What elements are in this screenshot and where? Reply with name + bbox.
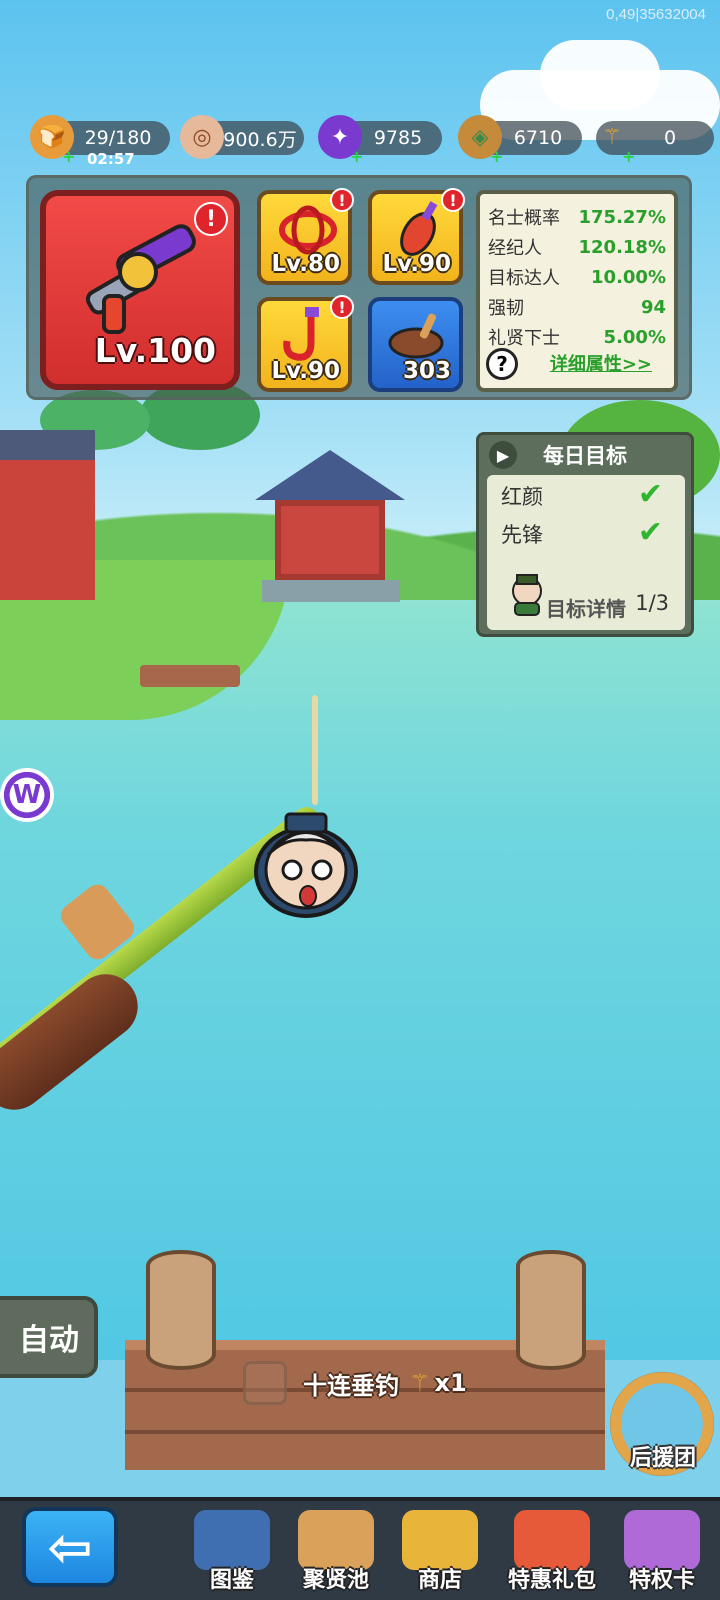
pavilion xyxy=(275,500,385,580)
check-icon: ✔ xyxy=(637,515,663,550)
main-equipment-slot[interactable]: ! Lv.100 xyxy=(40,190,240,390)
stat-row: 目标达人 10.00% xyxy=(488,262,666,292)
stat-row: 名士概率 175.27% xyxy=(488,202,666,232)
stat-value: 10.00% xyxy=(591,266,666,288)
stat-name: 经纪人 xyxy=(488,238,542,259)
fishing-reel-icon xyxy=(85,224,196,334)
goal-item: 红颜 xyxy=(501,485,543,509)
help-icon[interactable]: ? xyxy=(486,348,518,380)
stamina-timer: 02:57 xyxy=(87,150,135,168)
equipment-level: Lv.100 xyxy=(94,331,216,370)
red-fishing-line-icon xyxy=(279,205,337,255)
equipment-slot-hook[interactable]: ! Lv.90 xyxy=(257,295,354,392)
add-icon[interactable]: + xyxy=(62,147,75,166)
ten-cast-checkbox[interactable] xyxy=(243,1361,287,1405)
bait-count: 303 xyxy=(402,358,451,384)
book-icon xyxy=(194,1510,270,1570)
equipment-slot-line[interactable]: ! Lv.80 xyxy=(257,188,354,285)
daily-goals-title: 每日目标 xyxy=(543,444,627,468)
stat-value: 175.27% xyxy=(578,206,667,228)
equipment-slot-float[interactable]: ! Lv.90 xyxy=(368,188,465,285)
stat-value: 120.18% xyxy=(578,236,667,258)
alert-badge: ! xyxy=(441,188,465,212)
stat-name: 强韧 xyxy=(488,298,524,319)
pier-post-right xyxy=(516,1250,586,1370)
goal-item: 先锋 xyxy=(501,523,543,547)
fish-hook-icon xyxy=(283,307,319,361)
add-icon[interactable]: + xyxy=(490,147,503,166)
nav-label: 聚贤池 xyxy=(302,1568,369,1593)
caught-character xyxy=(254,812,358,918)
back-button[interactable]: ⇦ xyxy=(22,1507,118,1587)
stats-panel: 名士概率 175.27% 经纪人 120.18% 目标达人 10.00% 强韧 … xyxy=(476,190,678,392)
add-icon[interactable]: + xyxy=(622,147,635,166)
equipment-level: Lv.90 xyxy=(382,251,451,277)
check-icon: ✔ xyxy=(637,477,663,512)
cloud xyxy=(540,40,660,110)
stat-name: 名士概率 xyxy=(488,208,560,229)
red-house xyxy=(0,430,95,600)
nav-item-collection[interactable]: 图鉴 xyxy=(184,1510,280,1594)
stat-row: 礼贤下士 5.00% xyxy=(488,322,666,352)
nav-item-special-pack[interactable]: 特惠礼包 xyxy=(504,1510,600,1594)
gift-pack-icon xyxy=(514,1510,590,1570)
equipment-level: Lv.90 xyxy=(271,358,340,384)
daily-goals-body: 红颜 ✔ 先锋 ✔ 1/3 目标详情 xyxy=(487,475,685,630)
nav-label: 特惠礼包 xyxy=(507,1568,596,1593)
fishing-line xyxy=(312,695,318,805)
nav-item-privilege-card[interactable]: 特权卡 xyxy=(614,1510,710,1594)
stat-row: 强韧 94 xyxy=(488,292,666,322)
resource-bait[interactable]: ⚚ + 0 xyxy=(596,121,714,166)
stat-value: 94 xyxy=(640,296,666,318)
nav-label: 商店 xyxy=(417,1568,462,1593)
nav-item-talent-pool[interactable]: 聚贤池 xyxy=(288,1510,384,1594)
side-event-icon[interactable]: W xyxy=(0,768,54,822)
goal-details-button[interactable]: 目标详情 xyxy=(487,593,685,622)
stat-value: 5.00% xyxy=(603,326,666,348)
nav-item-shop[interactable]: 商店 xyxy=(392,1510,488,1594)
small-dock xyxy=(140,665,240,687)
map-scroll-icon xyxy=(298,1510,374,1570)
add-icon[interactable]: + xyxy=(350,147,363,166)
bait-pot-icon xyxy=(388,313,444,359)
support-team-label: 后援团 xyxy=(629,1446,696,1471)
detail-attributes-link[interactable]: 详细属性>> xyxy=(550,350,652,376)
alert-badge: ! xyxy=(330,295,354,319)
resource-value: 0 xyxy=(663,127,677,149)
treasure-bowl-icon xyxy=(402,1510,478,1570)
stat-row: 经纪人 120.18% xyxy=(488,232,666,262)
resource-coins[interactable]: ◎ 900.6万 xyxy=(180,115,304,159)
stat-name: 目标达人 xyxy=(488,268,560,289)
pier-post-left xyxy=(146,1250,216,1370)
alert-badge: ! xyxy=(330,188,354,212)
auto-button[interactable]: 自动 xyxy=(0,1296,98,1378)
daily-goals-panel: ▶ 每日目标 红颜 ✔ 先锋 ✔ 1/3 目标详情 xyxy=(476,432,694,637)
equipment-slot-bait[interactable]: 303 xyxy=(368,297,463,392)
ten-cast-toggle[interactable]: 十连垂钓 ⚚ x1 xyxy=(243,1360,493,1406)
nav-label: 特权卡 xyxy=(628,1568,695,1593)
resource-gems[interactable]: ✦ + 9785 xyxy=(318,115,442,166)
debug-info: 0,49|35632004 xyxy=(606,6,706,23)
equipment-level: Lv.80 xyxy=(271,251,340,277)
privilege-card-icon xyxy=(624,1510,700,1570)
ten-cast-count: x1 xyxy=(434,1369,467,1397)
trident-icon: ⚚ xyxy=(409,1369,431,1397)
pavilion-base xyxy=(262,580,400,602)
coin-icon: ◎ xyxy=(180,115,224,159)
ten-cast-label: 十连垂钓 xyxy=(303,1371,399,1400)
nav-label: 图鉴 xyxy=(209,1568,254,1593)
stat-name: 礼贤下士 xyxy=(488,328,560,349)
resource-tokens[interactable]: ◈ + 6710 xyxy=(458,115,582,166)
alert-badge: ! xyxy=(194,202,228,236)
